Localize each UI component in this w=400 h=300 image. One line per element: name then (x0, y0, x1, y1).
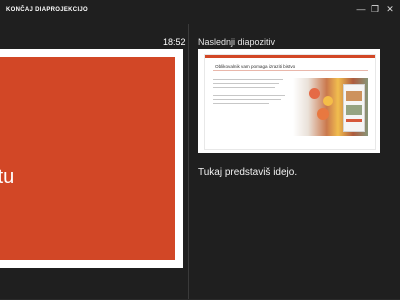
next-slide-label: Naslednji diapozitiv (198, 37, 276, 47)
end-slideshow-button[interactable]: KONČAJ DIAPROJEKCIJO (6, 7, 88, 13)
current-slide-canvas: intu (0, 57, 175, 260)
clock-time: 18:52 (163, 37, 186, 47)
device-mockup (343, 84, 365, 132)
next-slide-preview[interactable]: Oblikovalnik vam pomaga izraziti bistvo (198, 49, 380, 153)
current-slide-text: intu (0, 166, 15, 188)
text-line (213, 87, 275, 88)
fruit-shape (309, 88, 320, 99)
text-line (213, 83, 279, 84)
text-line (213, 103, 269, 104)
next-slide-accent-bar (205, 55, 375, 58)
close-icon[interactable]: ✕ (384, 3, 396, 15)
text-line (213, 79, 283, 80)
minimize-icon[interactable]: — (355, 3, 367, 15)
text-line (213, 99, 281, 100)
next-slide-title: Oblikovalnik vam pomaga izraziti bistvo (215, 64, 296, 69)
mockup-image (346, 105, 362, 115)
next-slide-separator (213, 70, 368, 71)
next-slide-image (293, 78, 368, 136)
mockup-bar (346, 119, 362, 122)
fruit-shape (323, 96, 333, 106)
next-slide-canvas: Oblikovalnik vam pomaga izraziti bistvo (204, 54, 376, 150)
speaker-notes[interactable]: Tukaj predstaviš idejo. (198, 167, 297, 178)
topbar: KONČAJ DIAPROJEKCIJO — ❐ ✕ (0, 0, 400, 22)
fruit-shape (317, 108, 329, 120)
current-slide-preview[interactable]: intu (0, 49, 183, 268)
mockup-image (346, 91, 362, 101)
pane-divider[interactable] (188, 24, 189, 300)
restore-icon[interactable]: ❐ (369, 3, 381, 15)
text-line (213, 95, 285, 96)
